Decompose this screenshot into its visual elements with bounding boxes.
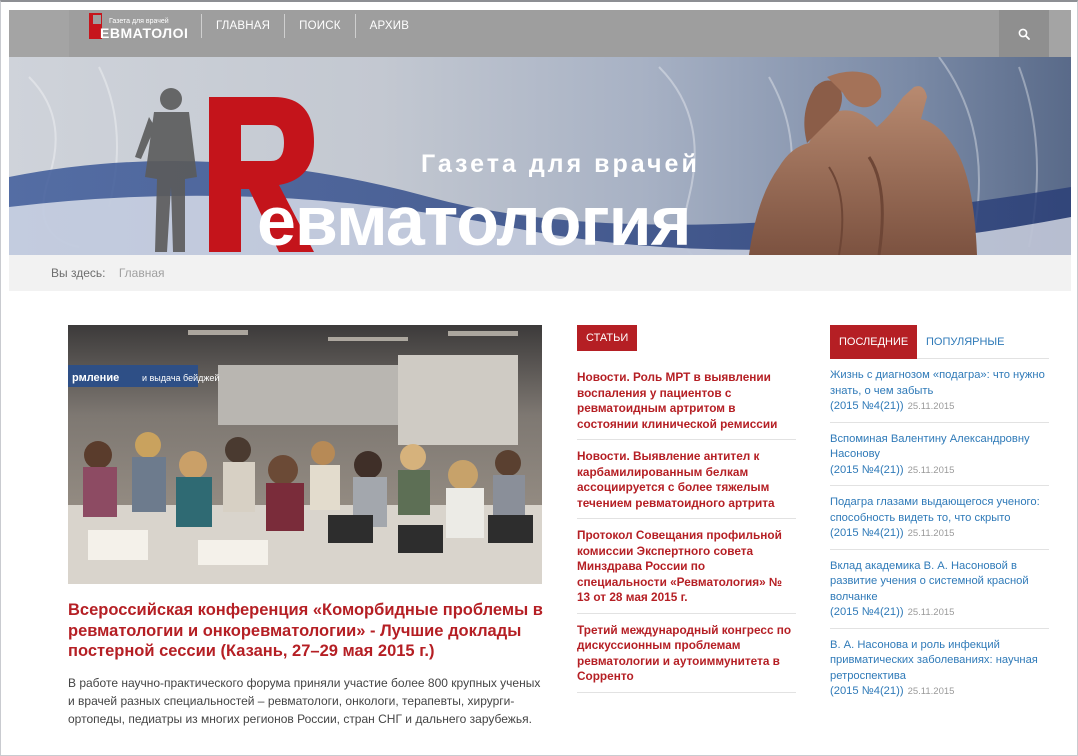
header-banner: Газета для врачей евматология: [9, 57, 1071, 255]
latest-item-issue[interactable]: (2015 №4(21)): [830, 685, 904, 697]
latest-item[interactable]: Вклад академика В. А. Насоновой в развит…: [830, 559, 1049, 629]
latest-popular-tabs: ПОСЛЕДНИЕ ПОПУЛЯРНЫЕ: [830, 325, 1049, 359]
breadcrumb-label: Вы здесь:: [51, 266, 106, 280]
banner-tagline: Газета для врачей: [421, 150, 700, 178]
latest-item-title[interactable]: Вспоминая Валентину Александровну Насоно…: [830, 432, 1049, 463]
latest-item-date: 25.11.2015: [907, 401, 955, 412]
article-item[interactable]: Третий международный конгресс по дискусс…: [577, 623, 796, 693]
nav-home[interactable]: ГЛАВНАЯ: [201, 14, 284, 38]
latest-item-title[interactable]: Подагра глазами выдающегося ученого: спо…: [830, 495, 1049, 526]
site-logo[interactable]: Газета для врачей ЕВМАТОЛОГИЯ: [87, 11, 213, 41]
articles-badge[interactable]: СТАТЬИ: [577, 325, 638, 351]
lead-article-text: В работе научно-практического форума при…: [68, 676, 541, 726]
photo-sign-1: рмление: [72, 372, 119, 384]
latest-item-title[interactable]: Вклад академика В. А. Насоновой в развит…: [830, 559, 1049, 606]
page-frame: Газета для врачей ЕВМАТОЛОГИЯ ГЛАВНАЯ ПО…: [0, 0, 1078, 756]
latest-item[interactable]: Жизнь с диагнозом «подагра»: что нужно з…: [830, 368, 1049, 423]
svg-text:ЕВМАТОЛОГИЯ: ЕВМАТОЛОГИЯ: [100, 25, 187, 41]
article-item[interactable]: Протокол Совещания профильной комиссии Э…: [577, 528, 796, 614]
breadcrumb: Вы здесь: Главная: [9, 255, 1071, 291]
latest-item[interactable]: Подагра глазами выдающегося ученого: спо…: [830, 495, 1049, 550]
latest-item-issue[interactable]: (2015 №4(21)): [830, 400, 904, 412]
latest-item-title[interactable]: Жизнь с диагнозом «подагра»: что нужно з…: [830, 368, 1049, 399]
search-icon: [1018, 28, 1030, 40]
latest-list: Жизнь с диагнозом «подагра»: что нужно з…: [830, 368, 1049, 716]
latest-item-issue[interactable]: (2015 №4(21)): [830, 464, 904, 476]
search-button[interactable]: [999, 10, 1049, 57]
latest-item-issue[interactable]: (2015 №4(21)): [830, 606, 904, 618]
tab-popular[interactable]: ПОПУЛЯРНЫЕ: [926, 325, 1005, 359]
articles-list: Новости. Роль МРТ в выявлении воспаления…: [577, 370, 796, 702]
latest-item-date: 25.11.2015: [907, 607, 955, 618]
article-item[interactable]: Новости. Выявление антител к карбамилиро…: [577, 449, 796, 519]
article-item[interactable]: Новости. Роль МРТ в выявлении воспаления…: [577, 370, 796, 440]
logo-small-text: Газета для врачей: [109, 17, 169, 25]
latest-item-date: 25.11.2015: [907, 464, 955, 476]
tab-latest[interactable]: ПОСЛЕДНИЕ: [830, 325, 918, 359]
lead-article-photo[interactable]: рмление и выдача бейджей: [68, 325, 542, 584]
latest-item[interactable]: В. А. Насонова и роль инфекций привматич…: [830, 638, 1049, 707]
nav-archive[interactable]: АРХИВ: [354, 14, 423, 38]
latest-item-date: 25.11.2015: [907, 528, 955, 539]
photo-sign-2: и выдача бейджей: [142, 373, 219, 383]
latest-item-issue[interactable]: (2015 №4(21)): [830, 527, 904, 539]
lead-article-title[interactable]: Всероссийская конференция «Коморбидные п…: [68, 600, 544, 662]
breadcrumb-current[interactable]: Главная: [119, 266, 165, 280]
main-nav: ГЛАВНАЯ ПОИСК АРХИВ: [201, 14, 423, 38]
latest-item-date: 25.11.2015: [907, 686, 955, 697]
latest-item[interactable]: Вспоминая Валентину Александровну Насоно…: [830, 432, 1049, 486]
nav-search[interactable]: ПОИСК: [284, 14, 354, 38]
banner-title: евматология: [257, 182, 691, 255]
latest-item-title[interactable]: В. А. Насонова и роль инфекций привматич…: [830, 638, 1049, 685]
